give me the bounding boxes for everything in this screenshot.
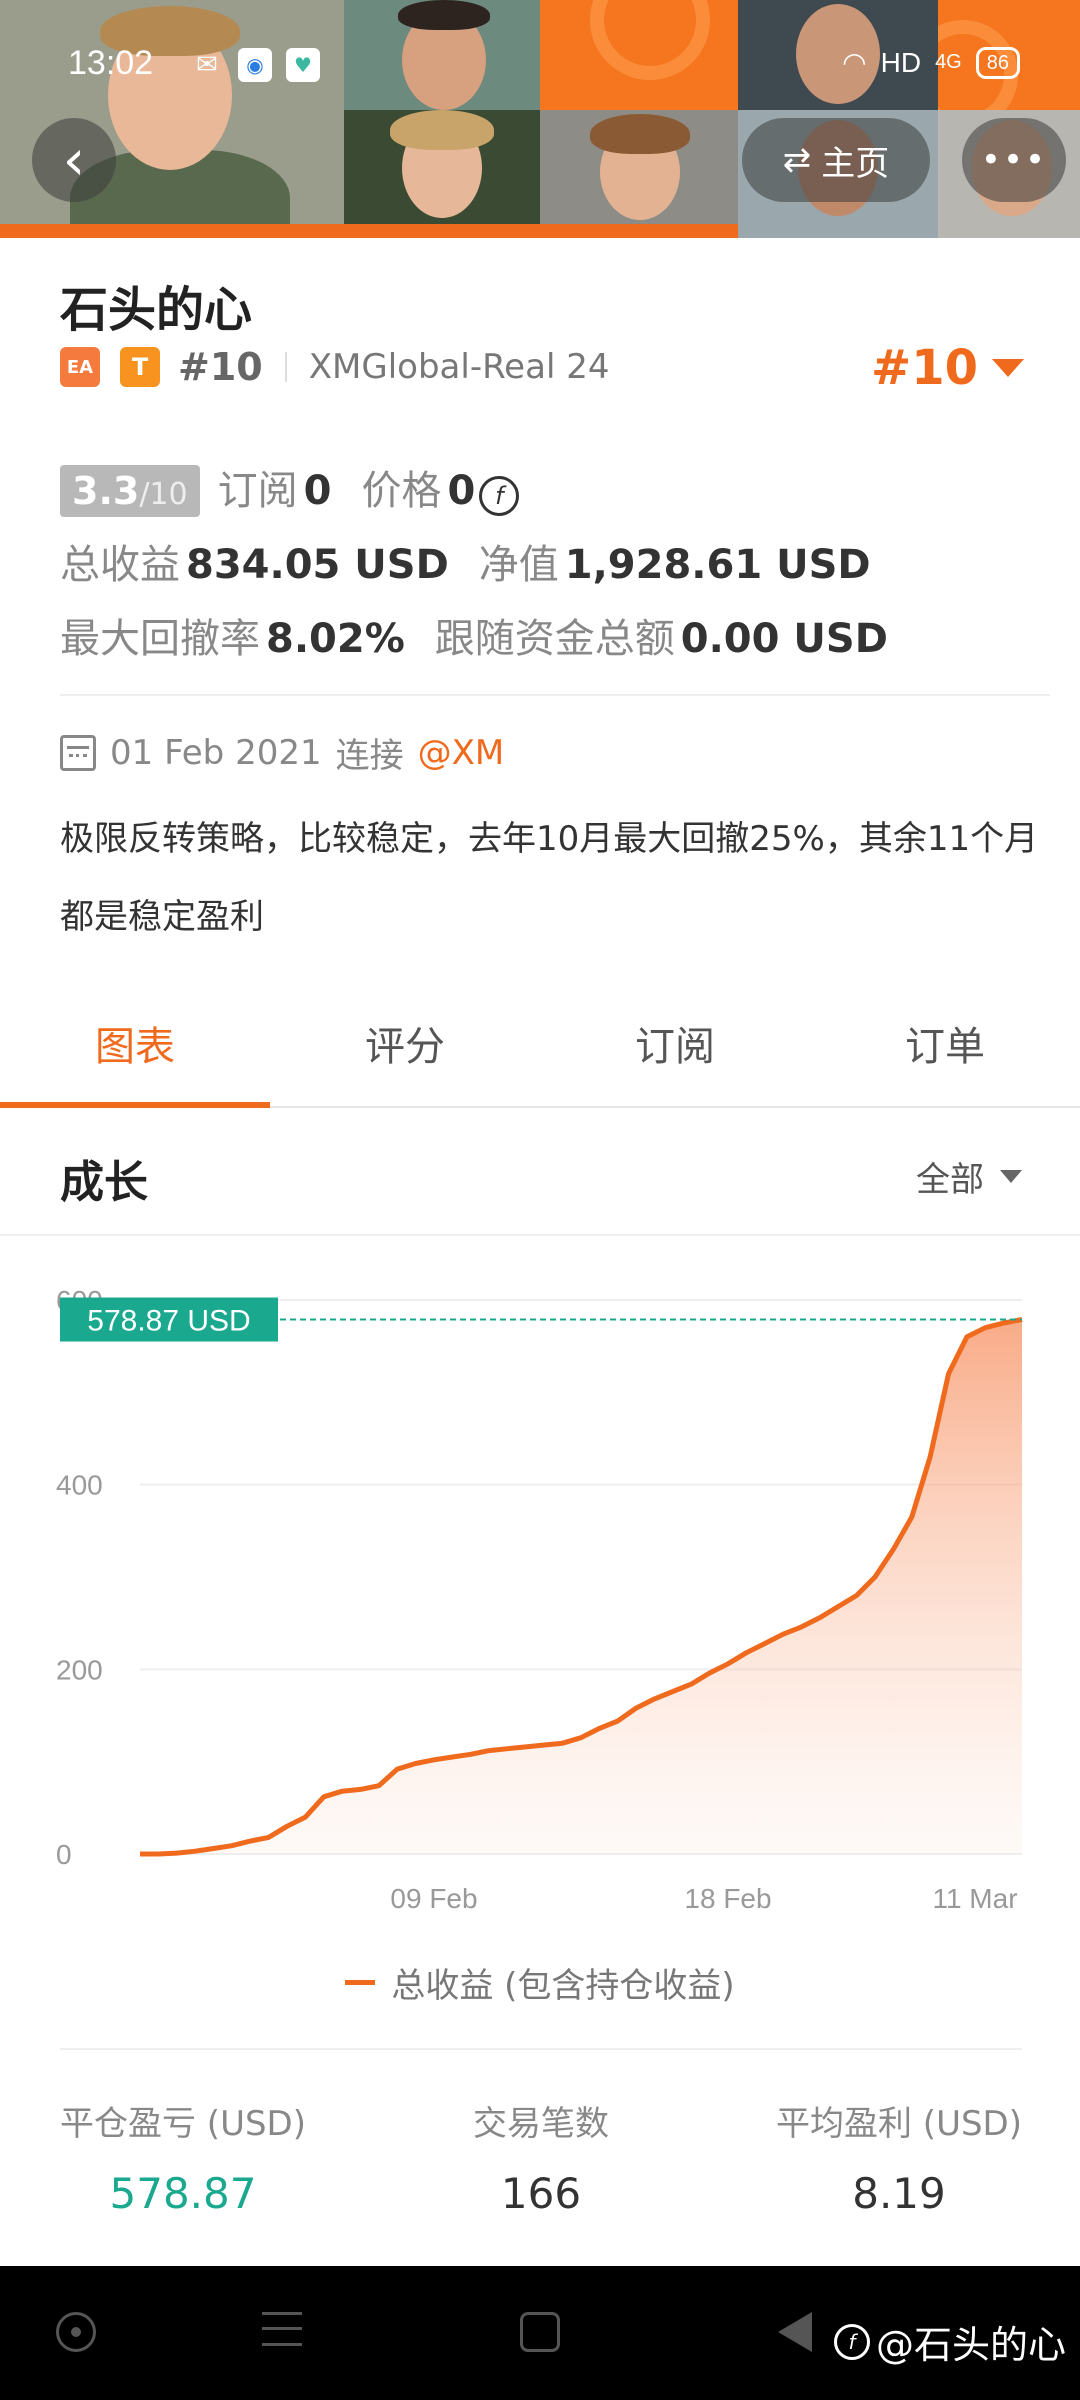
banner-pattern — [540, 0, 738, 110]
header-banner — [0, 0, 1080, 238]
caret-down-icon — [1000, 1170, 1022, 1183]
max-drawdown-value: 8.02% — [266, 616, 405, 662]
follow-funds-label: 跟随资金总额 — [434, 616, 675, 662]
t-badge: T — [120, 347, 160, 387]
home-label: 主页 — [821, 143, 890, 184]
weibo-logo-icon: f — [833, 2323, 870, 2360]
banner-photo — [344, 110, 540, 224]
price-value: 0 — [447, 468, 476, 514]
caret-down-icon — [992, 359, 1024, 377]
price-label: 价格 — [361, 468, 442, 514]
back-button[interactable]: ‹ — [32, 118, 116, 202]
stat-label: 交易笔数 — [473, 2104, 609, 2144]
stat-closed-pnl: 平仓盈亏 (USD) 578.87 — [60, 2096, 306, 2218]
home-button[interactable]: ⇄ 主页 — [742, 118, 930, 202]
stat-value: 578.87 — [109, 2169, 257, 2218]
browser-icon: ◉ — [238, 48, 272, 82]
y-tick-label: 0 — [56, 1839, 72, 1870]
tags-row: EA T #10 XMGlobal-Real 24 — [60, 342, 609, 392]
stat-avg-profit: 平均盈利 (USD) 8.19 — [776, 2096, 1022, 2218]
rank-label: #10 — [178, 345, 263, 389]
switch-icon: ⇄ — [782, 140, 812, 180]
section-title: 成长 — [60, 1157, 148, 1208]
legend-label: 总收益 (包含持仓收益) — [391, 1966, 735, 2006]
stat-value: 8.19 — [852, 2169, 946, 2218]
calendar-icon — [60, 734, 96, 771]
watermark: f @石头的心 — [833, 2314, 1066, 2369]
y-tick-label: 400 — [56, 1470, 103, 1501]
metrics-panel: 3.3/10 订阅 0 价格 0 f 总收益 834.05 USD 净值 1,9… — [60, 458, 1040, 680]
connect-date: 01 Feb 2021 — [110, 732, 322, 773]
more-button[interactable]: ••• — [962, 118, 1066, 202]
tab-rating[interactable]: 评分 — [270, 980, 540, 1106]
y-tick-label: 200 — [56, 1654, 103, 1685]
x-tick-label: 09 Feb — [390, 1883, 477, 1914]
battery-icon: 86 — [975, 46, 1020, 79]
stat-trade-count: 交易笔数 166 — [473, 2096, 609, 2218]
stat-value: 166 — [500, 2169, 582, 2218]
recents-button[interactable] — [262, 2312, 302, 2346]
trader-name: 石头的心 — [60, 282, 253, 338]
connection-info: 01 Feb 2021 连接 @XM — [60, 728, 504, 777]
chart-legend: 总收益 (包含持仓收益) — [0, 1958, 1080, 2007]
stats-row: 平仓盈亏 (USD) 578.87 交易笔数 166 平均盈利 (USD) 8.… — [60, 2096, 1022, 2218]
tab-orders[interactable]: 订单 — [810, 980, 1080, 1106]
net-value-label: 净值 — [478, 542, 559, 588]
status-time: 13:02 — [68, 44, 154, 82]
ea-badge: EA — [60, 347, 100, 387]
growth-chart: 020040060009 Feb18 Feb11 Mar578.87 USD — [0, 1240, 1080, 2060]
wifi-icon: ◠ — [842, 47, 867, 78]
coin-icon: f — [479, 476, 520, 516]
assistant-button[interactable] — [56, 2312, 96, 2352]
rank-value: #10 — [870, 340, 978, 396]
legend-swatch — [345, 1980, 376, 1985]
follow-funds-value: 0.00 USD — [680, 616, 888, 662]
wechat-icon: ✉ — [196, 50, 218, 80]
signal-icon: 4G — [935, 51, 962, 73]
subscribe-label: 订阅 — [217, 468, 298, 514]
subscribe-value: 0 — [303, 468, 332, 514]
banner-photo — [344, 0, 540, 110]
divider — [60, 2048, 1022, 2050]
chevron-left-icon: ‹ — [62, 127, 86, 193]
net-value: 1,928.61 USD — [564, 542, 871, 588]
strategy-description: 极限反转策略，比较稳定，去年10月最大回撤25%，其余11个月都是稳定盈利 — [60, 819, 1039, 937]
notification-icons: ✉ ◉ ♥ — [190, 48, 320, 82]
tab-subscription[interactable]: 订阅 — [540, 980, 810, 1106]
stat-label: 平仓盈亏 (USD) — [60, 2104, 306, 2144]
range-filter-label: 全部 — [916, 1160, 984, 1200]
rank-dropdown[interactable]: #10 — [871, 340, 1024, 396]
server-name: XMGlobal-Real 24 — [308, 347, 610, 387]
x-tick-label: 18 Feb — [684, 1883, 771, 1914]
score-badge: 3.3/10 — [60, 465, 200, 517]
growth-header: 成长 全部 — [0, 1108, 1080, 1236]
series-area — [140, 1319, 1022, 1854]
banner-photo — [540, 110, 738, 224]
watermark-text: @石头的心 — [875, 2323, 1066, 2367]
home-nav-button[interactable] — [520, 2312, 560, 2352]
status-indicators: ◠ HD 4G 86 — [842, 46, 1020, 79]
connect-label: 连接 — [335, 736, 404, 776]
total-profit-label: 总收益 — [60, 542, 180, 588]
back-nav-button[interactable] — [778, 2312, 812, 2352]
range-filter[interactable]: 全部 — [916, 1152, 1022, 1201]
current-value-label: 578.87 USD — [87, 1305, 250, 1338]
tab-bar: 图表 评分 订阅 订单 — [0, 980, 1080, 1108]
tab-chart[interactable]: 图表 — [0, 980, 270, 1108]
x-tick-label: 11 Mar — [932, 1883, 1017, 1914]
max-drawdown-label: 最大回撤率 — [60, 616, 260, 662]
stat-label: 平均盈利 (USD) — [776, 2104, 1022, 2144]
broker-link[interactable]: @XM — [418, 733, 505, 773]
more-icon: ••• — [980, 140, 1048, 180]
divider — [284, 352, 287, 382]
heart-app-icon: ♥ — [286, 48, 320, 82]
divider — [60, 694, 1050, 696]
total-profit-value: 834.05 USD — [186, 542, 449, 588]
network-type: HD — [880, 46, 922, 78]
chart-svg: 020040060009 Feb18 Feb11 Mar578.87 USD — [56, 1285, 1023, 1914]
